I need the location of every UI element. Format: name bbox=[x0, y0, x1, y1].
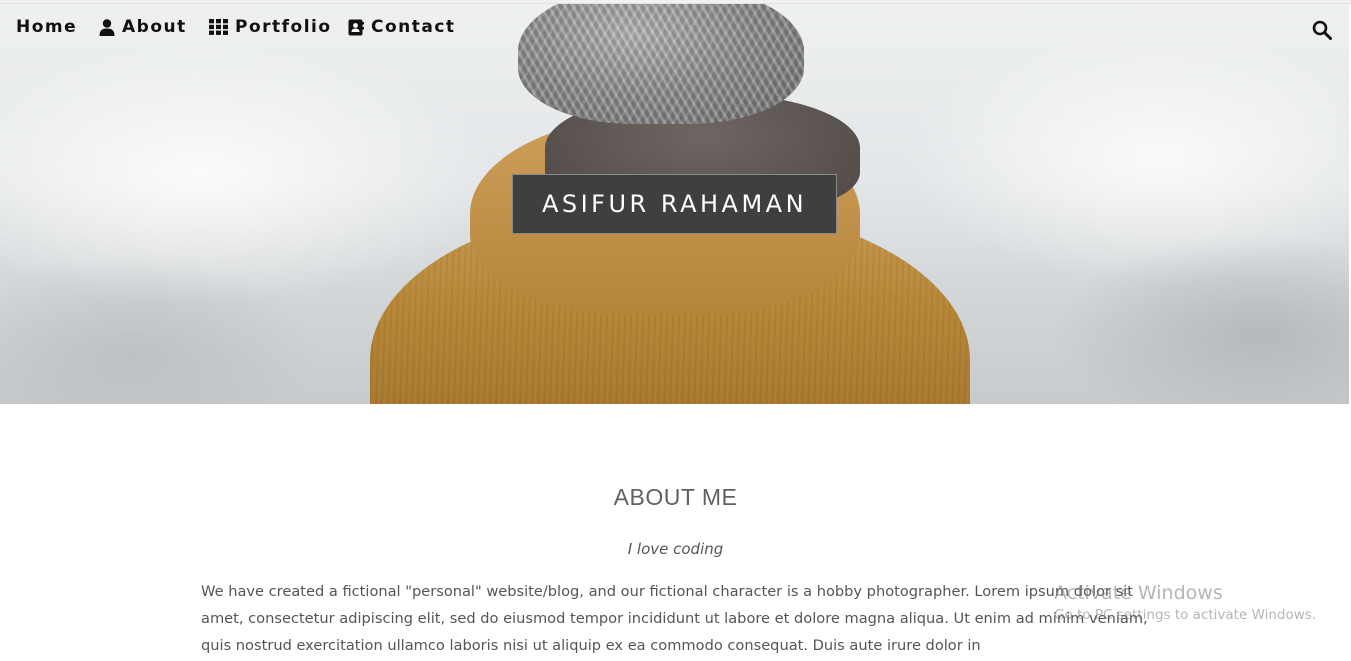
nav-home[interactable]: Home bbox=[16, 16, 77, 38]
about-tagline: I love coding bbox=[627, 540, 724, 558]
watermark-subtitle: Go to PC settings to activate Windows. bbox=[1054, 607, 1317, 623]
nav-contact[interactable]: Contact bbox=[348, 16, 456, 38]
hero-title: ASIFUR RAHAMAN bbox=[512, 174, 837, 234]
address-book-icon bbox=[348, 19, 364, 36]
search-icon[interactable] bbox=[1312, 20, 1332, 40]
nav-about[interactable]: About bbox=[99, 16, 187, 38]
nav-portfolio-label: Portfolio bbox=[235, 17, 332, 37]
nav-portfolio[interactable]: Portfolio bbox=[209, 16, 332, 38]
nav-about-label: About bbox=[122, 17, 187, 37]
grid-icon bbox=[209, 19, 228, 35]
nav-home-label: Home bbox=[16, 17, 78, 37]
user-icon bbox=[99, 18, 115, 36]
about-paragraph: We have created a fictional "personal" w… bbox=[201, 583, 1148, 654]
about-heading: ABOUT ME bbox=[613, 484, 738, 510]
activate-windows-watermark: Activate Windows Go to PC settings to ac… bbox=[1054, 582, 1344, 623]
top-navigation: Home About Portfolio Contact bbox=[0, 4, 1351, 48]
nav-contact-label: Contact bbox=[371, 17, 456, 37]
watermark-title: Activate Windows bbox=[1054, 582, 1223, 604]
